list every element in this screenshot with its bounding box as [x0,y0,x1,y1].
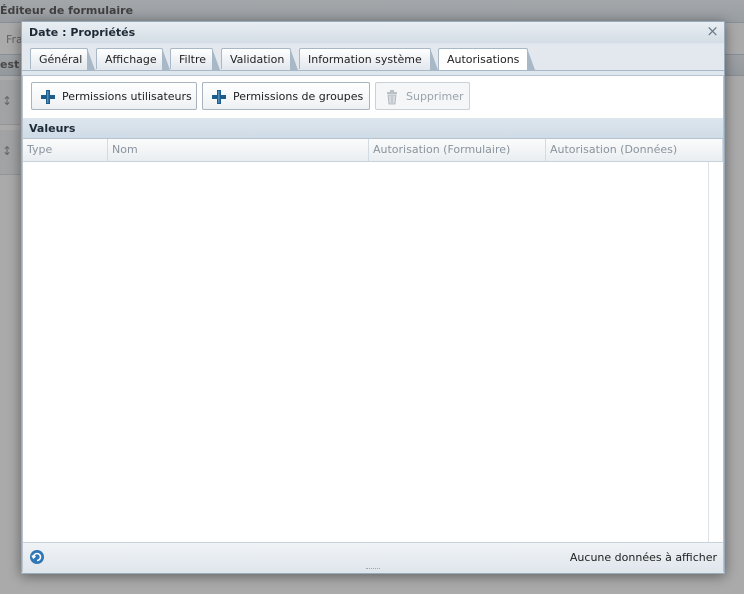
properties-dialog: Date : Propriétés × Général Affichage Fi… [21,21,725,574]
tab-general[interactable]: Général [30,48,95,70]
plus-icon [41,90,55,104]
trash-icon [387,90,397,105]
group-permissions-button[interactable]: Permissions de groupes [202,82,370,110]
column-header-autorisation-donnees[interactable]: Autorisation (Données) [546,139,723,161]
dialog-title: Date : Propriétés [29,26,136,39]
user-permissions-button[interactable]: Permissions utilisateurs [31,82,197,110]
column-header-nom[interactable]: Nom [108,139,369,161]
column-header-type[interactable]: Type [23,139,108,161]
dialog-header[interactable]: Date : Propriétés × [22,22,724,43]
grid-body [23,162,723,542]
grid-toolbar: Permissions utilisateurs Permissions de … [23,76,723,119]
tab-validation[interactable]: Validation [221,48,298,70]
delete-label: Supprimer [406,90,464,103]
user-permissions-label: Permissions utilisateurs [62,90,192,103]
plus-icon [212,90,226,104]
tab-autorisations[interactable]: Autorisations [438,48,535,70]
group-permissions-label: Permissions de groupes [233,90,364,103]
tab-filtre[interactable]: Filtre [170,48,220,70]
empty-message: Aucune données à afficher [569,551,717,564]
tab-affichage[interactable]: Affichage [96,48,170,70]
resize-handle[interactable] [366,568,380,572]
column-header-autorisation-formulaire[interactable]: Autorisation (Formulaire) [369,139,546,161]
close-icon[interactable]: × [705,24,720,39]
permissions-panel: Permissions utilisateurs Permissions de … [22,75,724,572]
delete-button[interactable]: Supprimer [375,82,470,110]
refresh-icon[interactable] [29,549,45,565]
tab-bar: Général Affichage Filtre Validation Info… [22,44,724,71]
grid-header: Type Nom Autorisation (Formulaire) Autor… [23,139,723,162]
vertical-scrollbar[interactable] [708,162,723,542]
tab-information-systeme[interactable]: Information système [299,48,438,70]
grid-title: Valeurs [29,122,76,135]
grid-title-bar: Valeurs [23,118,723,139]
